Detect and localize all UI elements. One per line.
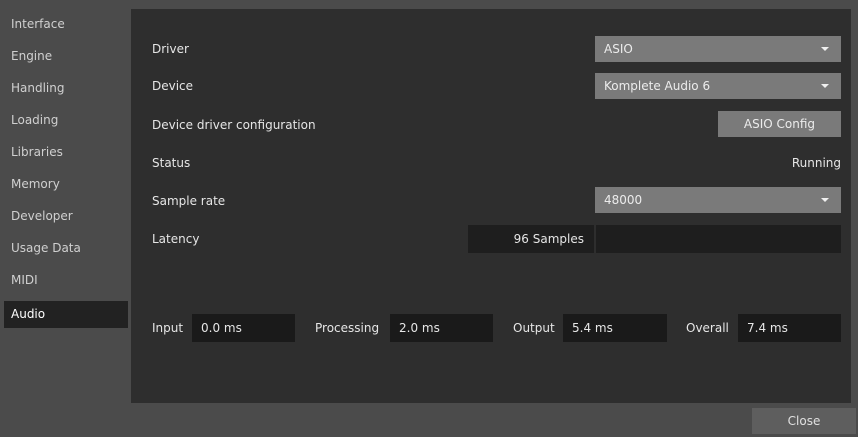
device-value: Komplete Audio 6 <box>604 79 711 93</box>
input-latency-label: Input <box>152 321 184 335</box>
processing-latency-value: 2.0 ms <box>390 314 493 342</box>
sidebar-item-engine[interactable]: Engine <box>4 43 128 70</box>
sidebar-item-interface[interactable]: Interface <box>4 11 128 38</box>
driver-value: ASIO <box>604 42 633 56</box>
latency-value: 96 Samples <box>468 225 594 253</box>
driver-label: Driver <box>152 42 189 56</box>
preferences-sidebar: Interface Engine Handling Loading Librar… <box>0 7 130 407</box>
sidebar-item-libraries[interactable]: Libraries <box>4 139 128 166</box>
sample-rate-dropdown[interactable]: 48000 <box>595 187 841 213</box>
sidebar-item-usage-data[interactable]: Usage Data <box>4 235 128 262</box>
chevron-down-icon <box>821 84 829 88</box>
status-label: Status <box>152 156 191 170</box>
close-button[interactable]: Close <box>752 408 856 434</box>
sidebar-item-loading[interactable]: Loading <box>4 107 128 134</box>
overall-latency-value: 7.4 ms <box>738 314 841 342</box>
status-value: Running <box>791 156 841 170</box>
chevron-down-icon <box>821 198 829 202</box>
sidebar-item-midi[interactable]: MIDI <box>4 267 128 294</box>
audio-settings-panel: Driver ASIO Device Komplete Audio 6 Devi… <box>131 9 851 403</box>
asio-config-button[interactable]: ASIO Config <box>718 111 841 137</box>
sidebar-item-handling[interactable]: Handling <box>4 75 128 102</box>
input-latency-value: 0.0 ms <box>192 314 295 342</box>
sample-rate-label: Sample rate <box>152 194 226 208</box>
overall-latency-label: Overall <box>686 321 729 335</box>
sidebar-item-developer[interactable]: Developer <box>4 203 128 230</box>
device-config-label: Device driver configuration <box>152 118 316 132</box>
sidebar-item-audio[interactable]: Audio <box>4 301 128 328</box>
device-label: Device <box>152 79 194 93</box>
latency-label: Latency <box>152 232 200 246</box>
output-latency-value: 5.4 ms <box>563 314 667 342</box>
latency-slider[interactable] <box>596 225 841 253</box>
output-latency-label: Output <box>513 321 555 335</box>
device-dropdown[interactable]: Komplete Audio 6 <box>595 73 841 99</box>
driver-dropdown[interactable]: ASIO <box>595 36 841 62</box>
sidebar-item-memory[interactable]: Memory <box>4 171 128 198</box>
sample-rate-value: 48000 <box>604 193 643 207</box>
processing-latency-label: Processing <box>315 321 380 335</box>
chevron-down-icon <box>821 47 829 51</box>
